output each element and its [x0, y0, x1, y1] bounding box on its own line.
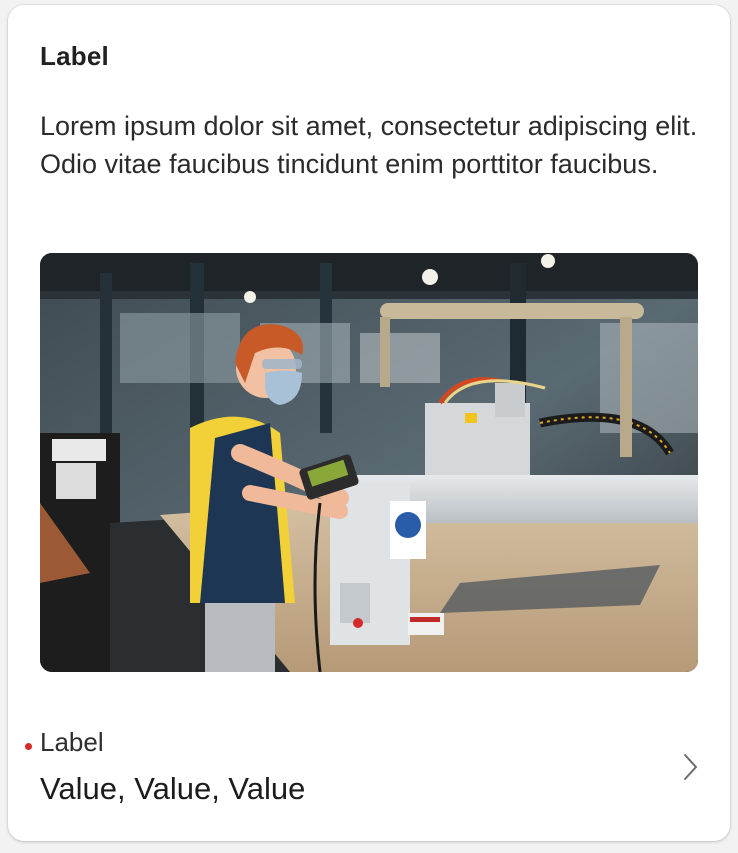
chevron-right-icon[interactable]	[676, 751, 704, 783]
field-value: Value, Value, Value	[40, 771, 306, 806]
card-title: Label	[40, 41, 109, 71]
content-card: Label Lorem ipsum dolor sit amet, consec…	[8, 5, 730, 841]
card-image	[40, 253, 698, 672]
factory-worker-photo	[40, 253, 698, 672]
field-label: Label	[40, 727, 104, 757]
field-row[interactable]: Label Value, Value, Value	[8, 719, 730, 819]
required-indicator	[25, 743, 32, 750]
card-description: Lorem ipsum dolor sit amet, consectetur …	[40, 111, 698, 179]
